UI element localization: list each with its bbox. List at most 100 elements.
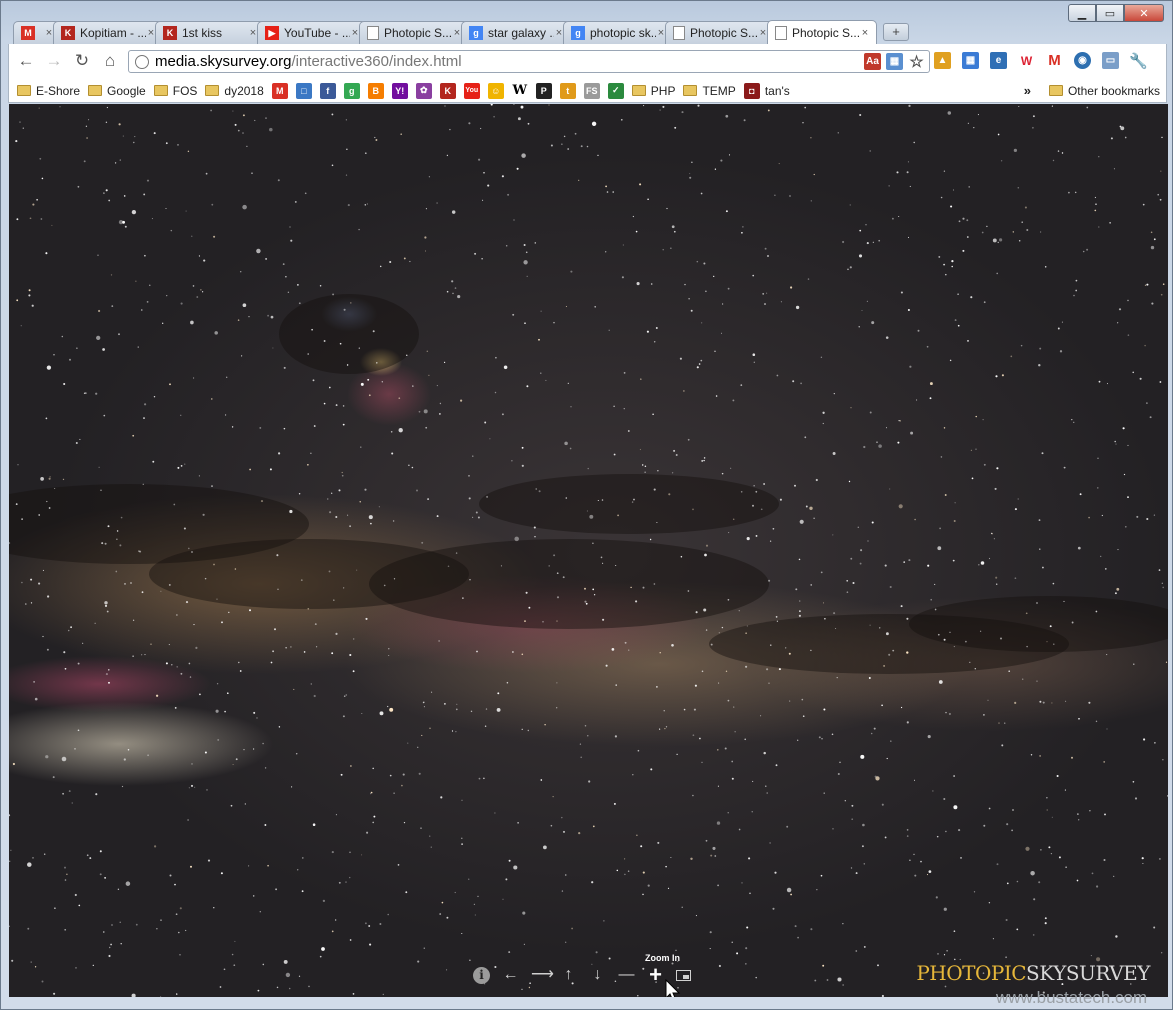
ie-tab-extension-icon[interactable]: e	[990, 52, 1007, 69]
pan-up-button[interactable]: ↑	[560, 966, 577, 984]
tab[interactable]: Photopic S... ×	[767, 20, 877, 44]
gmail-icon[interactable]: M	[271, 82, 288, 99]
star	[495, 356, 497, 359]
star	[423, 947, 426, 949]
maximize-button[interactable]: ▭	[1096, 4, 1124, 22]
star	[1030, 754, 1033, 756]
home-button[interactable]: ⌂	[101, 52, 119, 70]
tab[interactable]: K Kopitiam - ... ×	[53, 21, 163, 44]
bookmark-label: Google	[107, 83, 146, 98]
star	[594, 306, 596, 308]
tab[interactable]: g star galaxy ... ×	[461, 21, 571, 44]
bookmark-folder[interactable]: E-Shore	[17, 84, 80, 98]
star	[62, 478, 65, 481]
star	[75, 441, 78, 445]
star	[242, 114, 245, 117]
page-icon[interactable]: □	[295, 82, 312, 99]
tab[interactable]: K 1st kiss ×	[155, 21, 265, 44]
minimize-button[interactable]: ▁	[1068, 4, 1096, 22]
star	[401, 784, 403, 787]
star	[986, 225, 988, 228]
photo-extension-icon[interactable]: ▲	[934, 52, 951, 69]
bookmark-tans[interactable]: ◘ tan's	[743, 82, 790, 99]
tool-icon[interactable]: t	[559, 82, 576, 99]
check-icon[interactable]: ✓	[607, 82, 624, 99]
star	[1039, 231, 1042, 233]
blogger-icon[interactable]: B	[367, 82, 384, 99]
bookmark-folder[interactable]: TEMP	[683, 84, 736, 98]
dust-lane	[279, 294, 419, 374]
star	[206, 789, 208, 791]
forward-button[interactable]: →	[45, 52, 63, 70]
adobe-icon[interactable]: Aa	[864, 53, 881, 70]
star	[727, 812, 729, 814]
python-icon[interactable]: P	[535, 82, 552, 99]
chrome-extension-icon[interactable]: ◉	[1074, 52, 1091, 69]
star	[595, 951, 598, 954]
pan-right-button[interactable]: ⟶	[531, 966, 554, 984]
youtube-icon[interactable]: You	[463, 82, 480, 99]
kopitiam-icon[interactable]: K	[439, 82, 456, 99]
zoom-out-button[interactable]: —	[618, 966, 635, 984]
calendar-extension-icon[interactable]: ▦	[962, 52, 979, 69]
wrench-icon[interactable]: 🔧	[1129, 52, 1148, 70]
pan-left-button[interactable]: ←	[502, 966, 519, 984]
bookmark-folder[interactable]: Google	[88, 84, 146, 98]
bookmark-label: tan's	[764, 83, 790, 98]
smiley-icon[interactable]: ☺	[487, 82, 504, 99]
tab[interactable]: ▶ YouTube - ... ×	[257, 21, 367, 44]
star	[108, 199, 111, 202]
star	[642, 586, 645, 589]
star	[1044, 266, 1047, 268]
pan-down-button[interactable]: ↓	[589, 966, 606, 984]
wikipedia-icon[interactable]: W	[511, 82, 528, 99]
sky-viewer[interactable]: Zoom In i ← ⟶ ↑ ↓ — + PHOTOPICSKYSURVEY	[9, 104, 1168, 997]
tab-close-icon[interactable]: ×	[860, 27, 870, 39]
star	[772, 907, 775, 910]
back-button[interactable]: ←	[17, 52, 35, 70]
star	[61, 756, 67, 762]
facebook-icon[interactable]: f	[319, 82, 336, 99]
tab[interactable]: g photopic sk... ×	[563, 21, 673, 44]
bookmark-folder[interactable]: FOS	[153, 84, 197, 98]
info-button[interactable]: i	[473, 966, 490, 984]
yahoo-icon[interactable]: Y!	[391, 82, 408, 99]
star	[587, 467, 589, 470]
w-extension-icon[interactable]: W	[1018, 52, 1035, 69]
browser-window: ▁ ▭ ✕ M × K Kopitiam - ... × K 1st kiss × ▶ YouTu…	[0, 0, 1173, 1010]
close-button[interactable]: ✕	[1124, 4, 1164, 22]
other-bookmarks[interactable]: Other bookmarks	[1048, 84, 1160, 98]
translate-icon[interactable]: ▦	[886, 53, 903, 70]
google-icon[interactable]: g	[343, 82, 360, 99]
bookmark-folder[interactable]: dy2018	[205, 84, 264, 98]
star	[512, 313, 515, 316]
tab[interactable]: Photopic S... ×	[665, 21, 775, 44]
flower-icon[interactable]: ✿	[415, 82, 432, 99]
star	[269, 127, 273, 132]
new-tab-button[interactable]: +	[883, 23, 909, 41]
star	[101, 542, 104, 545]
star	[461, 843, 463, 845]
reload-button[interactable]: ↻	[73, 52, 91, 70]
gmail-extension-icon[interactable]: M	[1046, 52, 1063, 69]
star	[561, 816, 563, 819]
bookmarks-overflow-button[interactable]: »	[1024, 83, 1031, 98]
window-extension-icon[interactable]: ▭	[1102, 52, 1119, 69]
zoom-in-button[interactable]: +	[647, 964, 664, 986]
star	[683, 390, 685, 392]
bookmark-folder[interactable]: PHP	[631, 84, 675, 98]
star	[959, 958, 961, 960]
star	[561, 890, 564, 892]
fs-icon[interactable]: FS	[583, 82, 600, 99]
star	[27, 862, 32, 867]
star	[858, 254, 863, 258]
star	[653, 341, 656, 343]
star	[428, 176, 431, 178]
omnibox[interactable]: media.skysurvey.org/interactive360/index…	[128, 50, 930, 73]
star	[516, 167, 519, 170]
star	[98, 309, 101, 313]
star	[166, 294, 168, 297]
star	[502, 898, 504, 900]
tab[interactable]: Photopic S... ×	[359, 21, 469, 44]
star-icon[interactable]: ☆	[908, 53, 925, 71]
